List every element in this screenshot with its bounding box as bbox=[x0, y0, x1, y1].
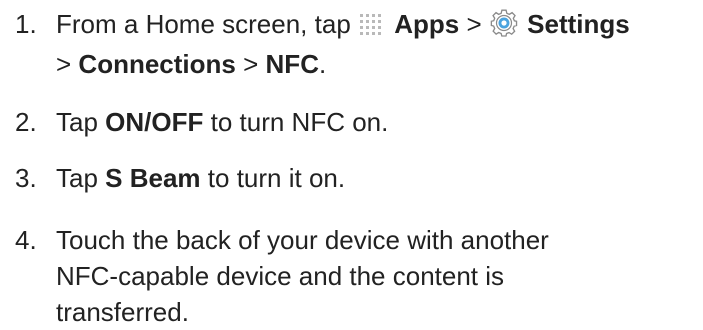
instruction-steps: 1. From a Home screen, tap Apps > Settin… bbox=[0, 0, 703, 327]
nfc-label: NFC bbox=[265, 49, 319, 79]
step-text-line-1: Touch the back of your device with anoth… bbox=[56, 225, 549, 255]
step-text-intro: From a Home screen, tap bbox=[56, 9, 351, 39]
sentence-end: . bbox=[318, 49, 327, 79]
apps-label: Apps bbox=[394, 9, 460, 39]
settings-label: Settings bbox=[527, 9, 630, 39]
s-beam-label: S Beam bbox=[105, 163, 201, 193]
step-number: 3. bbox=[15, 163, 37, 193]
step-text-intro: Tap bbox=[56, 163, 98, 193]
step-text-line-3: transferred. bbox=[56, 297, 189, 327]
step-number: 4. bbox=[15, 225, 37, 255]
apps-grid-icon bbox=[359, 10, 385, 46]
step-text-rest: to turn it on. bbox=[207, 163, 346, 193]
step-text-line-2: NFC-capable device and the content is bbox=[56, 261, 505, 291]
step-text-rest: to turn NFC on. bbox=[210, 107, 389, 137]
separator: > bbox=[56, 49, 72, 79]
on-off-label: ON/OFF bbox=[105, 107, 204, 137]
step-number: 2. bbox=[15, 107, 37, 137]
step-number: 1. bbox=[15, 9, 37, 39]
connections-label: Connections bbox=[78, 49, 236, 79]
separator: > bbox=[243, 49, 259, 79]
step-text: Touch the back of your device with anoth… bbox=[56, 222, 696, 330]
step-text: Tap S Beam to turn it on. bbox=[56, 160, 696, 196]
separator: > bbox=[466, 9, 482, 39]
settings-gear-icon bbox=[490, 9, 518, 46]
step-text: Tap ON/OFF to turn NFC on. bbox=[56, 104, 696, 140]
step-text: From a Home screen, tap Apps > Settings … bbox=[56, 6, 696, 82]
step-text-intro: Tap bbox=[56, 107, 98, 137]
